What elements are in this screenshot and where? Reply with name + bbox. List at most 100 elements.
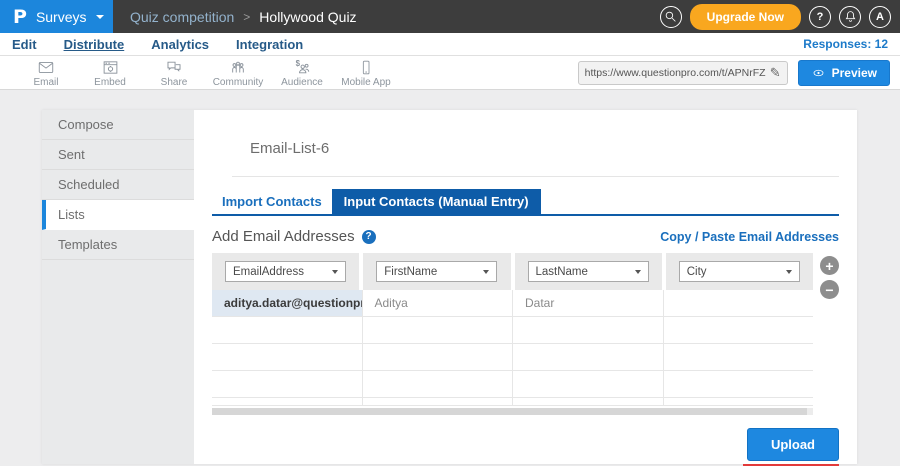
column-select-value: EmailAddress bbox=[233, 266, 304, 278]
cell-email[interactable]: aditya.datar@questionpro.com bbox=[212, 290, 363, 316]
cell-city[interactable] bbox=[664, 344, 814, 370]
toolbar-item-email[interactable]: Email bbox=[14, 58, 78, 88]
add-email-addresses-title: Add Email Addresses bbox=[212, 228, 355, 245]
table-row bbox=[212, 317, 813, 344]
sidebar-item-scheduled[interactable]: Scheduled bbox=[42, 170, 194, 200]
notifications-button[interactable] bbox=[839, 6, 861, 28]
toolbar-label: Email bbox=[33, 77, 58, 88]
toolbar-label: Mobile App bbox=[341, 77, 390, 88]
survey-url-field[interactable]: https://www.questionpro.com/t/APNrFZ ✎ bbox=[578, 61, 788, 85]
cell-city[interactable] bbox=[664, 371, 814, 397]
upgrade-now-button[interactable]: Upgrade Now bbox=[690, 4, 801, 30]
sidebar-item-label: Templates bbox=[58, 237, 117, 252]
cell-city[interactable] bbox=[664, 317, 814, 343]
survey-nav: Edit Distribute Analytics Integration Re… bbox=[0, 33, 900, 56]
toolbar-item-audience[interactable]: $ Audience bbox=[270, 58, 334, 88]
sidebar-item-templates[interactable]: Templates bbox=[42, 230, 194, 260]
sidebar-item-label: Lists bbox=[58, 207, 85, 222]
embed-icon bbox=[101, 58, 120, 77]
surveys-menu[interactable]: P Surveys bbox=[0, 0, 113, 33]
search-icon bbox=[664, 10, 677, 23]
table-row bbox=[212, 398, 813, 406]
mobile-app-icon bbox=[358, 58, 374, 77]
horizontal-scrollbar[interactable] bbox=[212, 408, 813, 415]
list-title-block: Email-List-6 bbox=[232, 110, 839, 177]
toolbar-label: Share bbox=[161, 77, 188, 88]
cell-email[interactable] bbox=[212, 344, 363, 370]
preview-button[interactable]: Preview bbox=[798, 60, 890, 86]
tab-import-contacts[interactable]: Import Contacts bbox=[212, 189, 332, 214]
cell-city[interactable] bbox=[664, 290, 814, 316]
column-select-emailaddress[interactable]: EmailAddress bbox=[225, 261, 346, 282]
nav-integration[interactable]: Integration bbox=[236, 37, 303, 52]
toolbar-item-embed[interactable]: Embed bbox=[78, 58, 142, 88]
select-caret-icon bbox=[786, 270, 792, 274]
breadcrumb-parent[interactable]: Quiz competition bbox=[130, 9, 234, 25]
account-avatar[interactable]: A bbox=[869, 6, 891, 28]
cell-city[interactable] bbox=[664, 398, 814, 406]
header-cell: EmailAddress bbox=[212, 253, 359, 290]
tab-input-contacts-manual-entry[interactable]: Input Contacts (Manual Entry) bbox=[332, 189, 541, 214]
community-icon bbox=[228, 58, 248, 77]
toolbar-label: Embed bbox=[94, 77, 126, 88]
copy-paste-email-link[interactable]: Copy / Paste Email Addresses bbox=[660, 230, 839, 244]
select-caret-icon bbox=[635, 270, 641, 274]
toolbar-right: https://www.questionpro.com/t/APNrFZ ✎ P… bbox=[578, 60, 890, 86]
sidebar-item-compose[interactable]: Compose bbox=[42, 110, 194, 140]
add-email-header-row: Add Email Addresses ? Copy / Paste Email… bbox=[212, 228, 839, 245]
email-icon bbox=[36, 58, 56, 77]
select-caret-icon bbox=[332, 270, 338, 274]
survey-url-value[interactable]: https://www.questionpro.com/t/APNrFZ bbox=[585, 67, 766, 79]
sidebar-item-sent[interactable]: Sent bbox=[42, 140, 194, 170]
email-panel: Compose Sent Scheduled Lists Templates E… bbox=[42, 110, 857, 464]
cell-lastname[interactable] bbox=[513, 317, 664, 343]
contacts-table-zone: EmailAddress FirstName LastName bbox=[212, 253, 839, 415]
add-row-button[interactable]: + bbox=[820, 256, 839, 275]
upload-button[interactable]: Upload bbox=[747, 428, 839, 461]
column-select-lastname[interactable]: LastName bbox=[528, 261, 649, 282]
scrollbar-thumb[interactable] bbox=[212, 408, 807, 415]
cell-lastname[interactable] bbox=[513, 344, 664, 370]
nav-analytics[interactable]: Analytics bbox=[151, 37, 209, 52]
sidebar-item-label: Scheduled bbox=[58, 177, 119, 192]
edit-pencil-icon[interactable]: ✎ bbox=[770, 65, 781, 81]
cell-email[interactable] bbox=[212, 398, 363, 406]
column-select-value: FirstName bbox=[384, 266, 437, 278]
toolbar-item-share[interactable]: Share bbox=[142, 58, 206, 88]
toolbar-item-mobile-app[interactable]: Mobile App bbox=[334, 58, 398, 88]
chevron-down-icon bbox=[96, 15, 104, 19]
header-cell: LastName bbox=[515, 253, 662, 290]
responses-count[interactable]: Responses: 12 bbox=[803, 37, 888, 51]
cell-lastname[interactable] bbox=[513, 398, 664, 406]
help-circle-icon[interactable]: ? bbox=[362, 230, 376, 244]
cell-firstname[interactable] bbox=[363, 344, 514, 370]
cell-firstname[interactable] bbox=[363, 317, 514, 343]
svg-text:$: $ bbox=[296, 59, 301, 68]
questionpro-logo: P bbox=[13, 6, 27, 28]
toolbar-item-community[interactable]: Community bbox=[206, 58, 270, 88]
email-sidebar: Compose Sent Scheduled Lists Templates bbox=[42, 110, 194, 464]
remove-row-button[interactable]: − bbox=[820, 280, 839, 299]
search-button[interactable] bbox=[660, 6, 682, 28]
cell-lastname[interactable] bbox=[513, 371, 664, 397]
contacts-table-header: EmailAddress FirstName LastName bbox=[212, 253, 813, 290]
help-button[interactable]: ? bbox=[809, 6, 831, 28]
cell-firstname[interactable]: Aditya bbox=[363, 290, 514, 316]
eye-icon bbox=[811, 67, 826, 79]
column-select-city[interactable]: City bbox=[679, 261, 800, 282]
breadcrumb: Quiz competition > Hollywood Quiz bbox=[130, 9, 357, 25]
header-cell: City bbox=[666, 253, 813, 290]
cell-firstname[interactable] bbox=[363, 371, 514, 397]
nav-edit[interactable]: Edit bbox=[12, 37, 37, 52]
nav-distribute[interactable]: Distribute bbox=[64, 37, 125, 52]
cell-email[interactable] bbox=[212, 317, 363, 343]
sidebar-item-label: Sent bbox=[58, 147, 85, 162]
cell-lastname[interactable]: Datar bbox=[513, 290, 664, 316]
sidebar-item-lists[interactable]: Lists bbox=[42, 200, 194, 230]
column-select-firstname[interactable]: FirstName bbox=[376, 261, 497, 282]
cell-email[interactable] bbox=[212, 371, 363, 397]
header-cell: FirstName bbox=[363, 253, 510, 290]
upload-row: Upload bbox=[212, 428, 839, 466]
cell-firstname[interactable] bbox=[363, 398, 514, 406]
preview-label: Preview bbox=[832, 66, 877, 80]
